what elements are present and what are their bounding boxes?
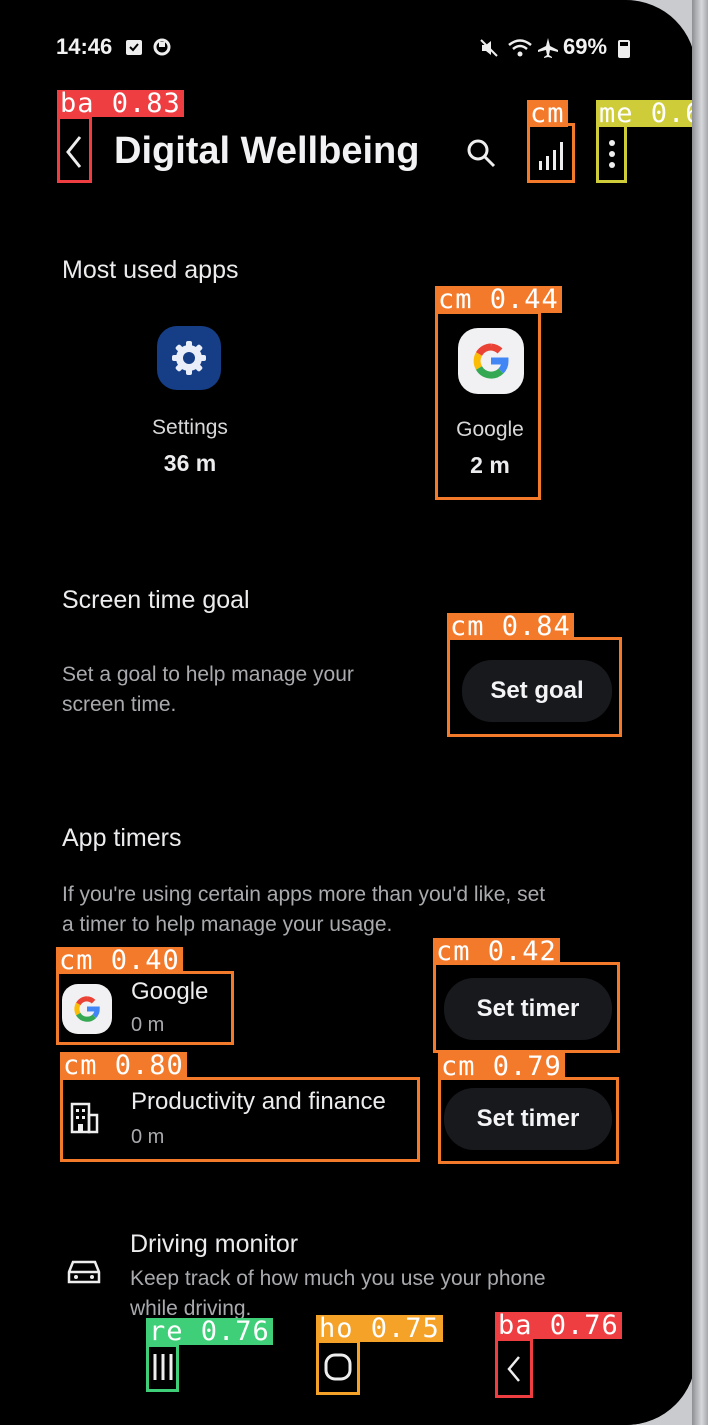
detection-box xyxy=(527,123,575,183)
detection-box xyxy=(596,123,627,183)
detection-box xyxy=(316,1340,360,1395)
detection-label: cm 0.42 xyxy=(433,938,560,965)
description-line: Set a goal to help manage your xyxy=(62,663,354,686)
mute-icon xyxy=(478,37,500,59)
description-line: If you're using certain apps more than y… xyxy=(62,883,546,906)
detection-label: cm 0.44 xyxy=(435,286,562,313)
detection-box xyxy=(495,1338,533,1398)
page-title: Digital Wellbeing xyxy=(114,130,420,172)
search-icon[interactable] xyxy=(464,136,498,170)
detection-box xyxy=(146,1344,179,1392)
wifi-icon xyxy=(506,36,534,60)
detection-box xyxy=(447,637,622,737)
calendar-icon xyxy=(124,37,144,57)
driving-monitor-title: Driving monitor xyxy=(130,1230,299,1258)
battery-percent: 69% xyxy=(563,34,608,59)
detection-label: cm 0.79 xyxy=(438,1053,565,1080)
app-timers-title: App timers xyxy=(62,824,182,852)
detection-box xyxy=(433,962,620,1053)
status-time: 14:46 xyxy=(56,34,113,59)
detection-label: me 0.6 xyxy=(596,100,696,127)
screen-time-goal-description: Set a goal to help manage your screen ti… xyxy=(62,660,432,720)
detection-box xyxy=(435,311,541,500)
detection-label: ba 0.83 xyxy=(57,90,184,117)
detection-label: cm 0.40 xyxy=(56,947,183,974)
app-name: Settings xyxy=(152,416,228,439)
driving-monitor-item[interactable]: Driving monitor Keep track of how much y… xyxy=(60,1220,660,1320)
detection-label: cm xyxy=(527,100,568,127)
detection-label: ho 0.75 xyxy=(316,1315,443,1342)
detection-box xyxy=(57,116,92,183)
battery-icon xyxy=(618,40,630,58)
app-timers-description: If you're using certain apps more than y… xyxy=(62,880,662,940)
detection-box xyxy=(438,1077,619,1164)
detection-label: re 0.76 xyxy=(146,1318,273,1345)
most-used-title: Most used apps xyxy=(62,256,239,284)
description-line: Keep track of how much you use your phon… xyxy=(130,1267,546,1290)
phone-screen: 14:46 69% Digital Wellbeing Most used ap… xyxy=(0,0,696,1425)
car-icon xyxy=(64,1252,104,1292)
detection-box xyxy=(56,971,234,1045)
detection-label: cm 0.80 xyxy=(60,1052,187,1079)
detection-label: ba 0.76 xyxy=(495,1312,622,1339)
description-line: a timer to help manage your usage. xyxy=(62,913,393,936)
description-line: screen time. xyxy=(62,693,177,716)
clock-icon xyxy=(152,37,172,57)
screen-time-goal-title: Screen time goal xyxy=(62,586,250,614)
app-usage-time: 36 m xyxy=(163,450,217,476)
phone-frame-edge xyxy=(692,0,708,1425)
most-used-settings[interactable]: Settings 36 m xyxy=(140,326,240,486)
airplane-icon xyxy=(536,36,560,60)
detection-label: cm 0.84 xyxy=(447,613,574,640)
settings-icon xyxy=(157,326,221,390)
detection-box xyxy=(60,1077,420,1162)
